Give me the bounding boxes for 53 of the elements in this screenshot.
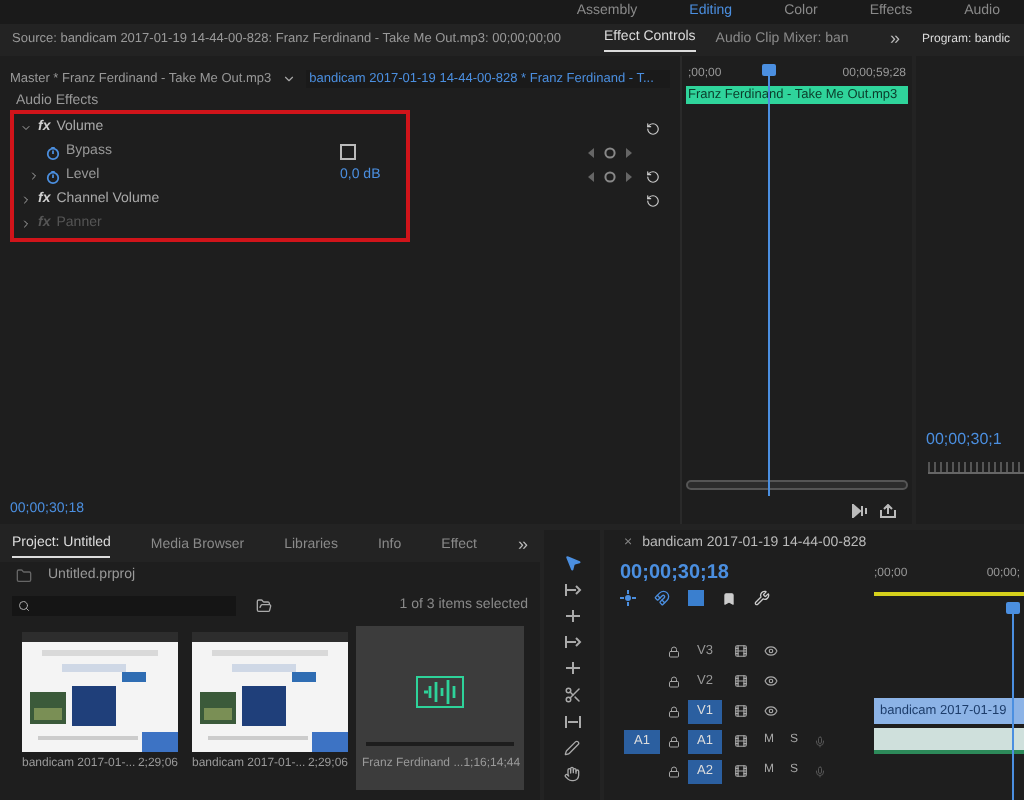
playhead[interactable] <box>1006 602 1020 800</box>
pen-tool-icon[interactable] <box>564 740 580 756</box>
stopwatch-icon[interactable] <box>46 169 60 183</box>
hand-tool-icon[interactable] <box>564 766 580 782</box>
timecode: 00;00;30;18 <box>620 560 731 588</box>
sync-lock-icon[interactable] <box>734 704 748 718</box>
lock-icon[interactable] <box>668 675 680 687</box>
keyframe-navigator-icon[interactable] <box>586 169 634 183</box>
disclosure-icon[interactable] <box>28 170 40 182</box>
settings-icon[interactable] <box>754 590 770 606</box>
track-tool-icon[interactable] <box>563 634 581 650</box>
track-tool-icon[interactable] <box>563 660 581 676</box>
lock-icon[interactable] <box>668 735 680 747</box>
stopwatch-icon[interactable] <box>46 145 60 159</box>
audio-clip[interactable] <box>874 728 1024 754</box>
play-audio-icon[interactable] <box>852 503 868 517</box>
disclosure-icon[interactable] <box>20 194 32 206</box>
track-tool-icon[interactable] <box>563 608 581 624</box>
snap-icon[interactable] <box>654 590 670 606</box>
lock-icon[interactable] <box>668 765 680 777</box>
time-ruler[interactable] <box>928 462 1024 474</box>
disclosure-icon[interactable] <box>20 122 32 134</box>
reset-icon[interactable] <box>646 121 660 135</box>
search-icon <box>18 600 30 612</box>
slip-tool-icon[interactable] <box>563 714 581 730</box>
bin-icon[interactable] <box>256 598 272 614</box>
sync-lock-icon[interactable] <box>734 644 748 658</box>
sync-lock-icon[interactable] <box>734 674 748 688</box>
more-tabs-button[interactable]: » <box>517 532 528 560</box>
marker-icon[interactable] <box>722 591 736 605</box>
audio-waveform-icon <box>416 676 464 708</box>
dropdown-icon[interactable] <box>281 72 296 86</box>
nest-icon[interactable] <box>620 590 636 606</box>
sync-lock-icon[interactable] <box>734 764 748 778</box>
timecode: 00;00;30;1 <box>924 428 1004 452</box>
visibility-icon[interactable] <box>764 644 778 658</box>
folder-icon <box>16 568 32 584</box>
razor-tool-icon[interactable] <box>563 686 581 704</box>
track-tool-icon[interactable] <box>563 582 581 598</box>
bypass-checkbox[interactable] <box>340 144 356 160</box>
more-tabs-button[interactable]: » <box>889 26 900 54</box>
visibility-icon[interactable] <box>764 674 778 688</box>
search-field[interactable] <box>12 596 236 616</box>
keyframe-navigator-icon[interactable] <box>586 145 634 159</box>
reset-icon[interactable] <box>646 169 660 183</box>
zoom-scrollbar[interactable] <box>686 479 908 489</box>
sync-lock-icon[interactable] <box>734 734 748 748</box>
reset-icon[interactable] <box>646 193 660 207</box>
lock-icon[interactable] <box>668 645 680 657</box>
lock-icon[interactable] <box>668 705 680 717</box>
export-icon[interactable] <box>880 503 896 517</box>
selection-tool-icon[interactable] <box>563 554 581 572</box>
visibility-icon[interactable] <box>764 704 778 718</box>
